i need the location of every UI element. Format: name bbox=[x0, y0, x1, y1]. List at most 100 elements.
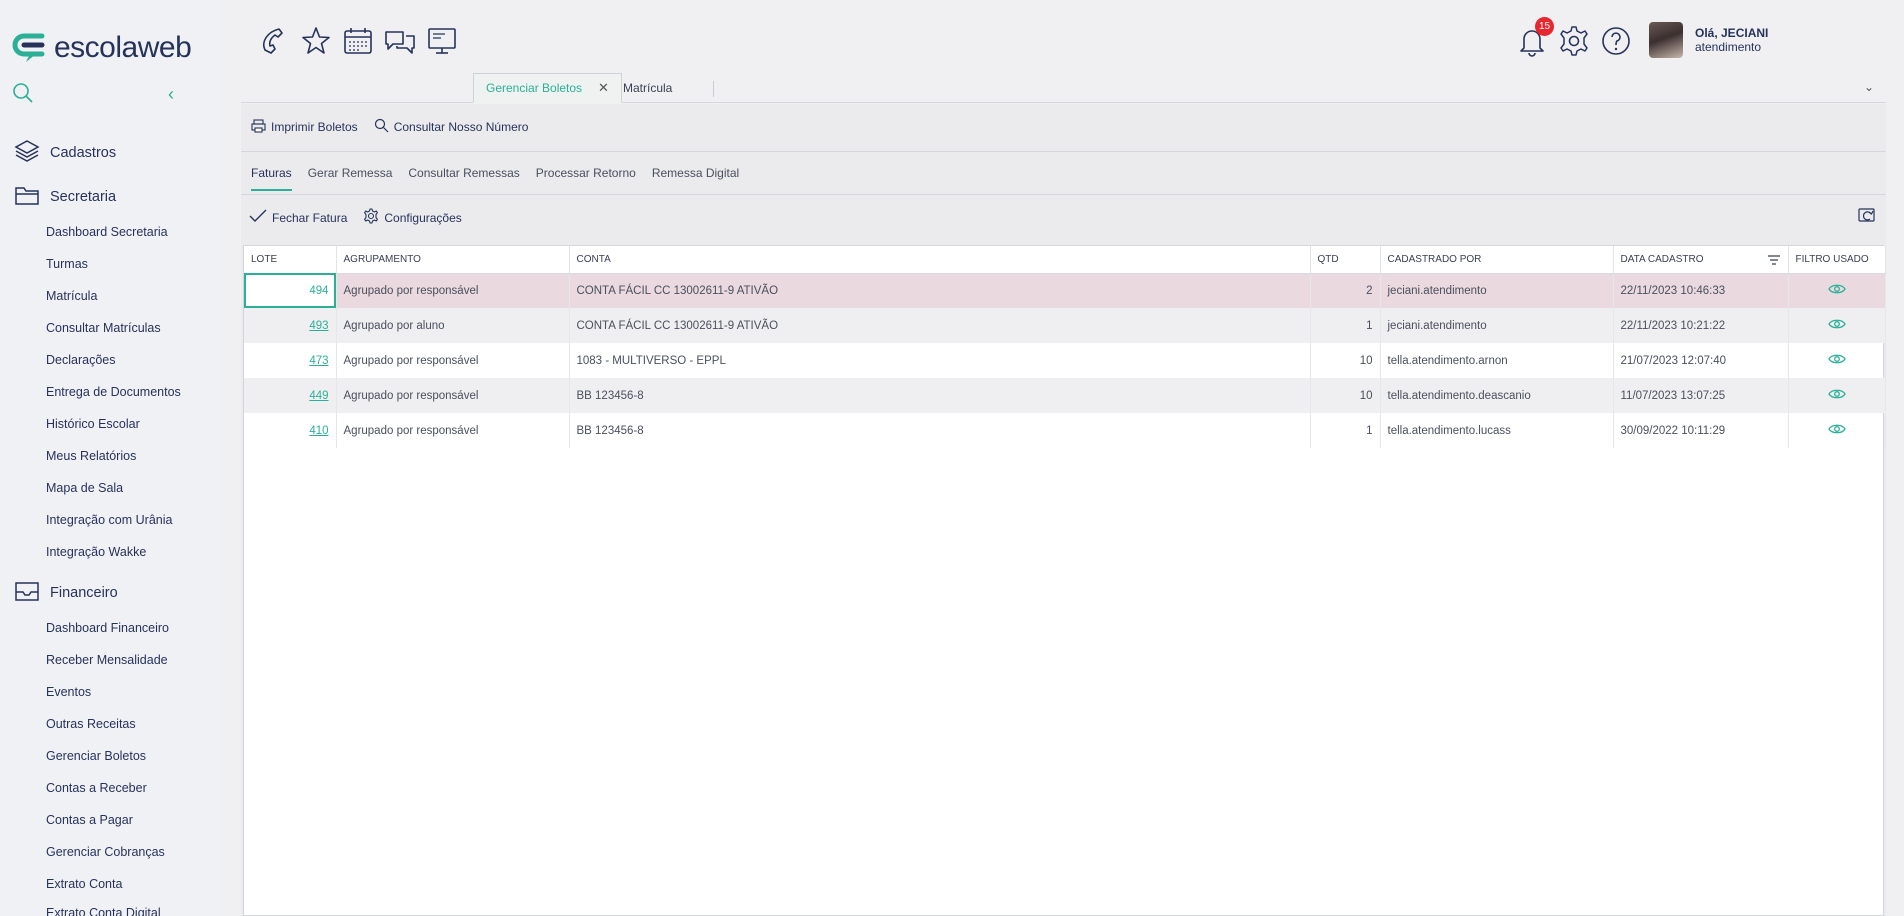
view-filter-icon[interactable] bbox=[1788, 273, 1886, 308]
column-header-cadastrado-por[interactable]: CADASTRADO POR bbox=[1380, 246, 1614, 274]
agrupamento-cell: Agrupado por responsável bbox=[336, 343, 570, 378]
sidebar-item-gerenciar-cobrancas[interactable]: Gerenciar Cobranças bbox=[46, 845, 165, 859]
sidebar-item-declaracoes[interactable]: Declarações bbox=[46, 353, 115, 367]
print-boletos-button[interactable]: Imprimir Boletos bbox=[251, 118, 358, 136]
sidebar-group-label: Financeiro bbox=[50, 585, 118, 601]
column-header-agrupamento[interactable]: AGRUPAMENTO bbox=[336, 246, 570, 274]
star-icon[interactable] bbox=[299, 24, 333, 58]
close-invoice-button[interactable]: Fechar Fatura bbox=[249, 208, 347, 227]
search-icon[interactable] bbox=[12, 82, 34, 109]
cadastrado-por-cell: jeciani.atendimento bbox=[1380, 308, 1614, 343]
lote-cell[interactable]: 493 bbox=[244, 308, 337, 343]
subtab-remessa-digital[interactable]: Remessa Digital bbox=[652, 166, 739, 191]
sidebar-item-integracao-wakke[interactable]: Integração Wakke bbox=[46, 545, 146, 559]
user-info: Olá, JECIANI atendimento bbox=[1695, 26, 1768, 54]
subtab-consultar-remessas[interactable]: Consultar Remessas bbox=[408, 166, 519, 191]
sidebar-item-dashboard-financeiro[interactable]: Dashboard Financeiro bbox=[46, 621, 169, 635]
notification-badge: 15 bbox=[1535, 17, 1554, 36]
consult-number-button[interactable]: Consultar Nosso Número bbox=[374, 118, 528, 136]
sidebar-item-extrato-conta[interactable]: Extrato Conta bbox=[46, 877, 122, 891]
gear-icon[interactable] bbox=[1557, 24, 1591, 58]
lote-cell[interactable]: 473 bbox=[244, 343, 337, 378]
table-row[interactable]: 473 Agrupado por responsável 1083 - MULT… bbox=[244, 343, 1886, 378]
view-filter-icon[interactable] bbox=[1788, 413, 1886, 448]
sidebar-item-entrega-documentos[interactable]: Entrega de Documentos bbox=[46, 385, 181, 399]
sidebar-item-consultar-matriculas[interactable]: Consultar Matrículas bbox=[46, 321, 161, 335]
qtd-cell: 10 bbox=[1310, 378, 1381, 413]
sidebar-item-outras-receitas[interactable]: Outras Receitas bbox=[46, 717, 136, 731]
chat-icon[interactable] bbox=[383, 24, 417, 58]
column-header-data-cadastro[interactable]: DATA CADASTRO bbox=[1613, 246, 1789, 274]
sidebar-item-integracao-urania[interactable]: Integração com Urânia bbox=[46, 513, 172, 527]
lote-link[interactable]: 449 bbox=[309, 390, 328, 402]
sidebar-item-eventos[interactable]: Eventos bbox=[46, 685, 91, 699]
inbox-icon bbox=[14, 579, 40, 607]
subtabs: Faturas Gerar Remessa Consultar Remessas… bbox=[251, 166, 739, 191]
settings-button[interactable]: Configurações bbox=[363, 208, 462, 227]
agrupamento-cell: Agrupado por aluno bbox=[336, 308, 570, 343]
conta-cell: 1083 - MULTIVERSO - EPPL bbox=[569, 343, 1311, 378]
sidebar-item-contas-pagar[interactable]: Contas a Pagar bbox=[46, 813, 133, 827]
cadastrado-por-cell: jeciani.atendimento bbox=[1380, 273, 1614, 308]
table-row[interactable]: 410 Agrupado por responsável BB 123456-8… bbox=[244, 413, 1886, 448]
sidebar-group-cadastros[interactable]: Cadastros bbox=[14, 139, 116, 167]
sidebar-group-secretaria[interactable]: Secretaria bbox=[14, 183, 116, 211]
table-row[interactable]: 493 Agrupado por aluno CONTA FÁCIL CC 13… bbox=[244, 308, 1886, 343]
divider bbox=[241, 194, 1886, 195]
sidebar-item-historico-escolar[interactable]: Histórico Escolar bbox=[46, 417, 140, 431]
calendar-icon[interactable] bbox=[341, 24, 375, 58]
lote-link[interactable]: 410 bbox=[309, 425, 328, 437]
sidebar-item-gerenciar-boletos[interactable]: Gerenciar Boletos bbox=[46, 749, 146, 763]
lote-cell[interactable]: 449 bbox=[244, 378, 337, 413]
lote-link[interactable]: 473 bbox=[309, 355, 328, 367]
sidebar-item-mapa-sala[interactable]: Mapa de Sala bbox=[46, 481, 123, 495]
lote-link[interactable]: 493 bbox=[309, 320, 328, 332]
column-header-filtro-usado[interactable]: FILTRO USADO bbox=[1788, 246, 1886, 274]
filter-icon[interactable] bbox=[1767, 255, 1780, 268]
sidebar-group-financeiro[interactable]: Financeiro bbox=[14, 579, 118, 607]
sidebar-item-meus-relatorios[interactable]: Meus Relatórios bbox=[46, 449, 136, 463]
view-filter-icon[interactable] bbox=[1788, 378, 1886, 413]
monitor-icon[interactable] bbox=[425, 24, 459, 58]
refresh-icon[interactable] bbox=[1857, 206, 1877, 231]
conta-cell: CONTA FÁCIL CC 13002611-9 ATIVÃO bbox=[569, 308, 1311, 343]
sidebar-item-dashboard-secretaria[interactable]: Dashboard Secretaria bbox=[46, 225, 168, 239]
user-menu[interactable]: Olá, JECIANI atendimento bbox=[1649, 22, 1768, 58]
agrupamento-cell: Agrupado por responsável bbox=[336, 378, 570, 413]
subtab-faturas[interactable]: Faturas bbox=[251, 166, 292, 191]
sidebar-item-extrato-conta-digital[interactable]: Extrato Conta Digital bbox=[46, 906, 161, 916]
lote-cell[interactable]: 410 bbox=[244, 413, 337, 448]
column-header-conta[interactable]: CONTA bbox=[569, 246, 1311, 274]
check-icon bbox=[249, 209, 267, 226]
data-cadastro-cell: 22/11/2023 10:46:33 bbox=[1613, 273, 1789, 308]
toolbar-secondary: Fechar Fatura Configurações bbox=[249, 208, 462, 227]
help-icon[interactable] bbox=[1599, 24, 1633, 58]
column-header-qtd[interactable]: QTD bbox=[1310, 246, 1381, 274]
view-filter-icon[interactable] bbox=[1788, 343, 1886, 378]
close-icon[interactable]: ✕ bbox=[598, 80, 609, 96]
tab-gerenciar-boletos[interactable]: Gerenciar Boletos ✕ bbox=[473, 73, 622, 103]
view-filter-icon[interactable] bbox=[1788, 308, 1886, 343]
sidebar-item-contas-receber[interactable]: Contas a Receber bbox=[46, 781, 147, 795]
brand-logo[interactable]: escolaweb bbox=[12, 30, 192, 66]
phone-icon[interactable] bbox=[257, 24, 291, 58]
sidebar-item-matricula[interactable]: Matrícula bbox=[46, 289, 97, 303]
table-row[interactable]: 494 Agrupado por responsável CONTA FÁCIL… bbox=[244, 273, 1886, 308]
gear-icon bbox=[363, 208, 379, 227]
column-header-label: DATA CADASTRO bbox=[1620, 253, 1704, 265]
table-row[interactable]: 449 Agrupado por responsável BB 123456-8… bbox=[244, 378, 1886, 413]
sidebar-item-turmas[interactable]: Turmas bbox=[46, 257, 88, 271]
collapse-sidebar-icon[interactable]: ‹ bbox=[168, 84, 174, 105]
tab-matricula[interactable]: Matrícula bbox=[611, 73, 684, 103]
chevron-down-icon[interactable]: ⌄ bbox=[1864, 80, 1874, 94]
subtab-gerar-remessa[interactable]: Gerar Remessa bbox=[308, 166, 393, 191]
sidebar-group-label: Secretaria bbox=[50, 189, 117, 205]
lote-cell[interactable]: 494 bbox=[244, 273, 337, 308]
sidebar-item-receber-mensalidade[interactable]: Receber Mensalidade bbox=[46, 653, 168, 667]
subtab-processar-retorno[interactable]: Processar Retorno bbox=[536, 166, 636, 191]
main-panel: 15 Olá, JECIANI atendimento Gerenciar Bo… bbox=[221, 0, 1904, 916]
column-header-lote[interactable]: LOTE bbox=[244, 246, 337, 274]
settings-label: Configurações bbox=[384, 210, 462, 225]
user-role: atendimento bbox=[1695, 40, 1762, 54]
brand-name: escolaweb bbox=[54, 31, 192, 64]
